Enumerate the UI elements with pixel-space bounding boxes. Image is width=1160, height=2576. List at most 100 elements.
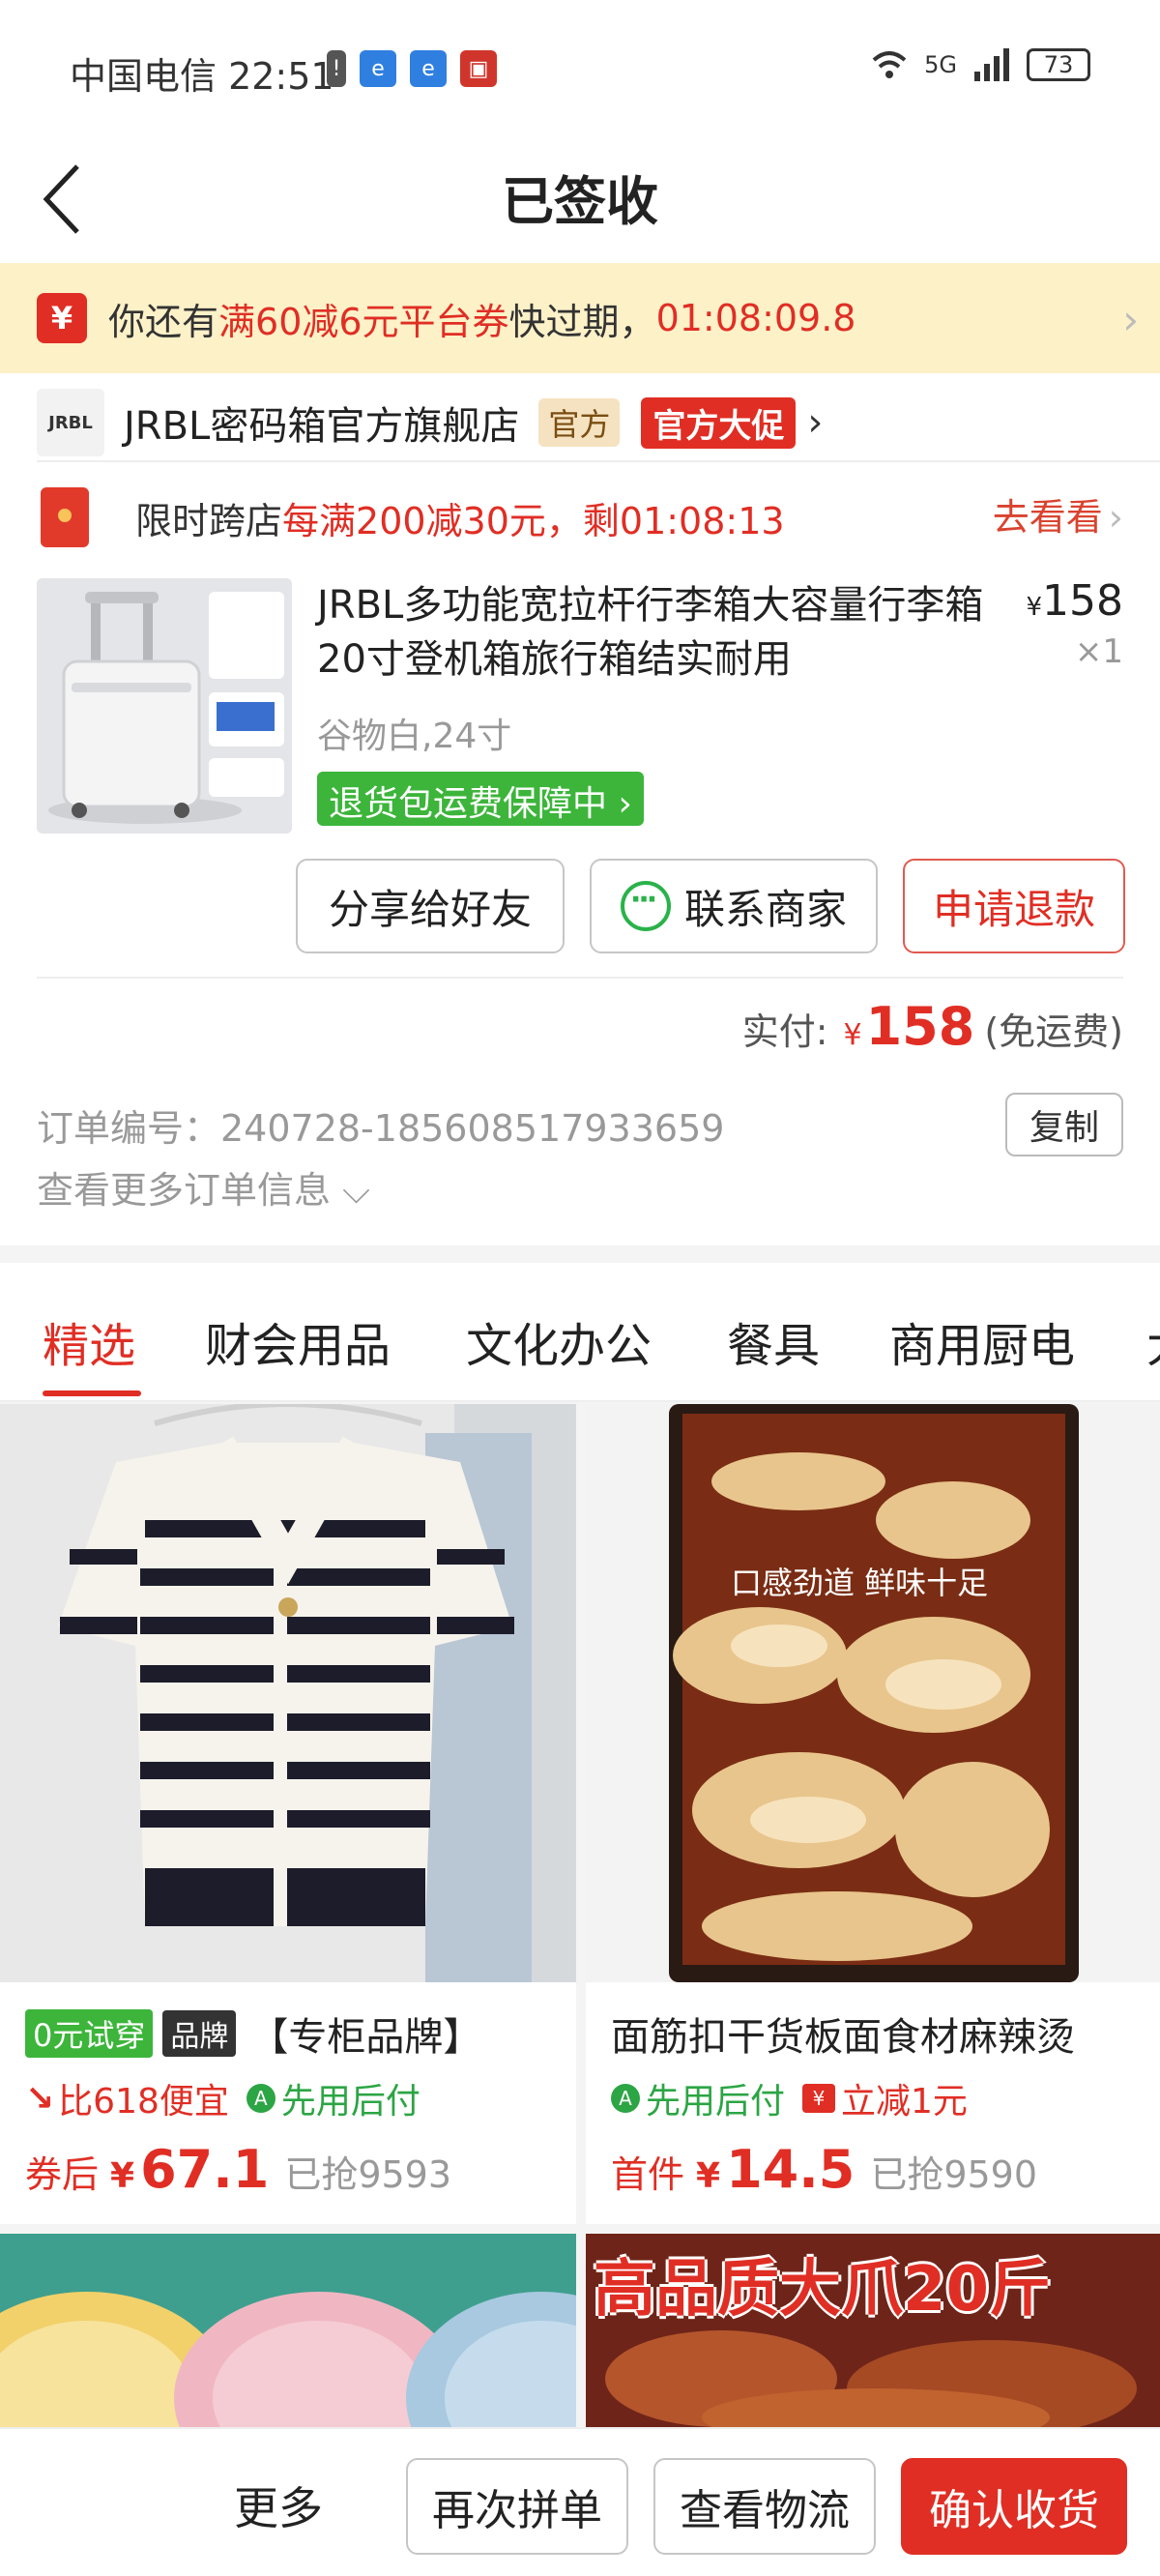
product-image-chicken-feet[interactable]: 高品质大爪20斤 [586,2234,1160,2427]
pay-later-icon: A [611,2084,640,2113]
tab-featured[interactable]: 精选 [43,1307,135,1375]
network-type: 5G [924,51,957,78]
product-thumbnail[interactable] [37,578,292,834]
brand-tag: 品牌 [162,2010,237,2057]
page-header: 已签收 [0,135,1160,263]
tab-kitchen-appliances[interactable]: 商用厨电 [889,1307,1075,1375]
feed-price-row: 首件 ¥ 14.5 已抢9590 [611,2139,1037,2200]
more-order-info-link[interactable]: 查看更多订单信息 ⌵ [37,1160,370,1214]
image-caption: 口感劲道 鲜味十足 [731,1565,989,1601]
chevron-right-icon: › [1108,496,1123,539]
alert-icon: ! [327,50,346,87]
pay-later-tip: 先用后付 [646,2082,786,2122]
sold-count: 已抢9590 [870,2153,1038,2196]
cheaper-tip: 比618便宜 [58,2082,229,2122]
app-icon: e [360,50,396,87]
currency-symbol: ¥ [110,2156,135,2196]
feed-item-gluten[interactable]: 面筋扣干货板面食材麻辣烫 A 先用后付 ¥ 立减1元 首件 ¥ 14.5 已抢9… [586,1982,1160,2224]
page-title: 已签收 [502,171,658,232]
order-card: JRBL JRBL密码箱官方旗舰店 官方 官方大促 › 限时跨店 每满200减3… [0,373,1160,1069]
chevron-right-icon: › [807,400,824,445]
go-view-label: 去看看 [992,496,1103,539]
product-spec: 谷物白,24寸 [317,717,512,756]
feed-tips-row: ↘ 比618便宜 A 先用后付 [25,2073,420,2123]
more-info-label: 查看更多订单信息 [37,1169,332,1212]
reorder-button[interactable]: 再次拼单 [406,2458,628,2555]
folding-basins-image [0,2234,576,2427]
banner-coupon: 满60减6元平台券 [218,300,509,343]
suitcase-image [37,578,292,834]
discount-icon: ¥ [802,2084,836,2113]
tab-accounting-supplies[interactable]: 财会用品 [205,1307,391,1375]
price-label: 券后 [25,2153,100,2196]
feed-item-sweater[interactable]: 0元试穿 品牌 【专柜品牌】 ↘ 比618便宜 A 先用后付 券后 ¥ 67.1… [0,1982,576,2224]
more-button[interactable]: 更多 [234,2474,323,2537]
chevron-right-icon: › [1122,296,1139,343]
discount-tip: 立减1元 [841,2082,968,2122]
feed-price-row: 券后 ¥ 67.1 已抢9593 [25,2139,451,2200]
paid-amount: 实付: ¥ 158 (免运费) [742,996,1123,1057]
divider [37,977,1123,979]
tab-office[interactable]: 文化办公 [466,1307,652,1375]
return-shipping-guarantee[interactable]: 退货包运费保障中 › [317,772,644,826]
product-image-sweater[interactable] [0,1404,576,1982]
free-try-tag: 0元试穿 [25,2009,154,2058]
product-image-basins[interactable] [0,2234,576,2427]
contact-merchant-button[interactable]: 联系商家 [590,859,878,953]
pay-later-tip: 先用后付 [280,2082,420,2122]
chat-icon [620,881,671,931]
tab-active-indicator [43,1390,141,1396]
status-bar: 中国电信 22:51 ! e e ▣ 5G 73 [0,0,1160,135]
paid-label: 实付: [741,1010,828,1053]
feed-title: 【专柜品牌】 [249,2015,482,2060]
copy-button[interactable]: 复制 [1005,1093,1123,1156]
track-logistics-button[interactable]: 查看物流 [653,2458,876,2555]
app-icon: e [410,50,447,87]
feed-tips-row: A 先用后付 ¥ 立减1元 [611,2073,968,2123]
price-value: 158 [1042,576,1123,626]
promo-tag: 官方大促 [641,396,797,449]
feed-title-row: 面筋扣干货板面食材麻辣烫 [611,2005,1075,2062]
chevron-down-icon: ⌵ [342,1169,370,1212]
banner-text-suffix: 快过期， [508,300,656,343]
coupon-expiry-banner[interactable]: ¥ 你还有 满60减6元平台券 快过期， 01:08:09.8 › [0,263,1160,373]
share-button[interactable]: 分享给好友 [296,859,565,953]
divider [37,460,1160,462]
order-number: 订单编号：240728-185608517933659 [37,1107,725,1150]
carrier-time: 中国电信 22:51 [70,55,334,98]
currency-symbol: ¥ [696,2156,721,2196]
shop-logo: JRBL [37,389,104,456]
go-view-link[interactable]: 去看看 › [993,487,1123,541]
guarantee-label: 退货包运费保障中 [329,784,608,824]
contact-label: 联系商家 [683,885,847,933]
confirm-receipt-button[interactable]: 确认收货 [901,2458,1127,2555]
category-tabs: 精选 财会用品 文化办公 餐具 商用厨电 大 [0,1263,1160,1402]
banner-text: 高品质大爪20斤 [594,2254,1052,2326]
price-label: 首件 [611,2153,685,2196]
shop-row[interactable]: JRBL JRBL密码箱官方旗舰店 官方 官方大促 › [37,379,823,466]
product-image-gluten[interactable]: 口感劲道 鲜味十足 [586,1404,1160,1982]
official-tag: 官方 [538,398,621,447]
cross-store-offer: 每满200减30元，剩01:08:13 [282,499,785,542]
wifi-icon [872,51,907,78]
refund-button[interactable]: 申请退款 [903,859,1125,953]
shop-icon: ▣ [460,50,497,87]
system-icons: 5G 73 [870,48,1090,81]
pay-later-icon: A [246,2084,276,2113]
feed-title: 面筋扣干货板面食材麻辣烫 [611,2015,1075,2060]
tab-tableware[interactable]: 餐具 [727,1307,820,1375]
feed-price: 67.1 [140,2139,270,2200]
currency-symbol: ¥ [843,1018,862,1052]
striped-sweater-image [0,1404,576,1982]
feed-title-row: 0元试穿 品牌 【专柜品牌】 [25,2005,481,2062]
cross-store-label: 限时跨店 [135,499,283,542]
tab-more[interactable]: 大 [1146,1307,1160,1375]
product-price: ¥158 [1026,576,1123,626]
currency-symbol: ¥ [1026,593,1043,622]
product-name[interactable]: JRBL多功能宽拉杆行李箱大容量行李箱20寸登机箱旅行箱结实耐用 [317,578,984,687]
shipping-note: (免运费) [984,1010,1123,1053]
coupon-icon: ¥ [37,293,87,343]
product-quantity: ×1 [1074,632,1123,671]
shop-name: JRBL密码箱官方旗舰店 [124,404,520,449]
feed-price: 14.5 [726,2139,856,2200]
